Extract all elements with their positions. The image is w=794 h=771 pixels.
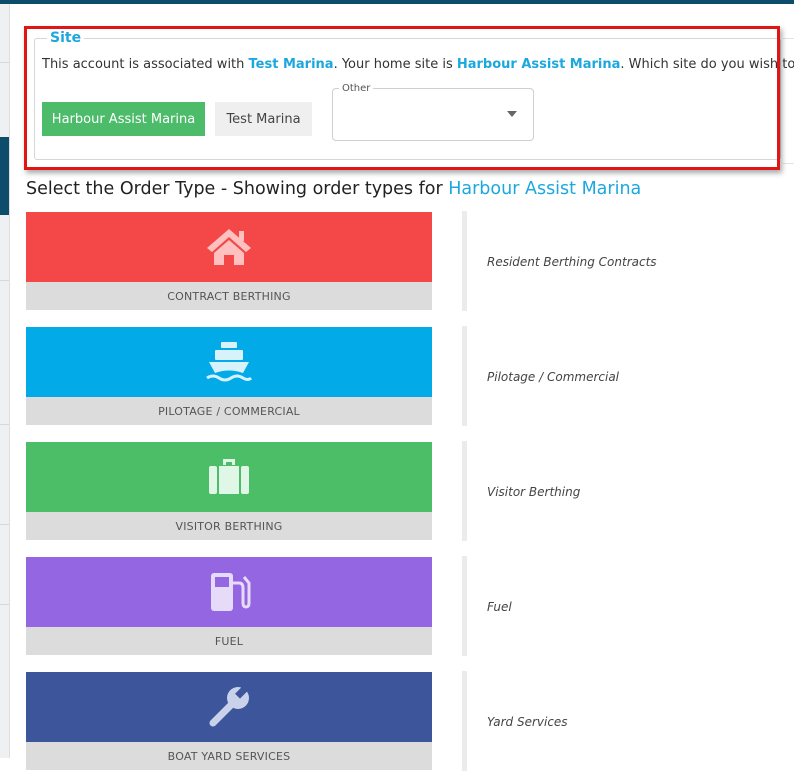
order-type-contract-berthing[interactable]: CONTRACT BERTHING (26, 212, 432, 310)
fuel-pump-icon (207, 571, 251, 613)
background-divider (783, 163, 794, 164)
order-type-visitor-berthing[interactable]: VISITOR BERTHING (26, 442, 432, 540)
order-type-heading: Select the Order Type - Showing order ty… (26, 179, 641, 199)
description-divider (462, 441, 467, 541)
order-type-description: Yard Services (487, 715, 568, 729)
tile-label: BOAT YARD SERVICES (26, 742, 432, 770)
sidebar-divider (0, 62, 9, 63)
tile-label: VISITOR BERTHING (26, 512, 432, 540)
house-icon (205, 227, 253, 267)
sidebar-divider (0, 280, 9, 281)
order-type-pilotage-commercial[interactable]: PILOTAGE / COMMERCIAL (26, 327, 432, 425)
tile-label: FUEL (26, 627, 432, 655)
sidebar-active-block (0, 137, 9, 215)
ship-icon (205, 340, 253, 384)
tile-icon-area (26, 672, 432, 742)
sidebar-divider (0, 524, 9, 525)
background-sidebar (0, 4, 10, 758)
description-divider (462, 556, 467, 656)
tile-icon-area (26, 212, 432, 282)
order-type-description: Pilotage / Commercial (487, 370, 620, 384)
order-type-fuel[interactable]: FUEL (26, 557, 432, 655)
top-bar (0, 0, 794, 4)
sidebar-divider (0, 424, 9, 425)
order-type-description: Visitor Berthing (487, 485, 581, 499)
suitcase-icon (207, 457, 251, 497)
tile-label: PILOTAGE / COMMERCIAL (26, 397, 432, 425)
tile-label: CONTRACT BERTHING (26, 282, 432, 310)
heading-site-name: Harbour Assist Marina (448, 179, 642, 199)
sidebar-divider (0, 604, 9, 605)
tile-icon-area (26, 442, 432, 512)
description-divider (462, 326, 467, 426)
heading-prefix: Select the Order Type - Showing order ty… (26, 179, 449, 199)
order-type-boat-yard-services[interactable]: BOAT YARD SERVICES (26, 672, 432, 770)
tile-icon-area (26, 557, 432, 627)
tile-icon-area (26, 327, 432, 397)
wrench-icon (207, 685, 251, 729)
background-divider (783, 38, 794, 39)
order-type-description: Resident Berthing Contracts (487, 255, 657, 269)
order-type-description: Fuel (487, 600, 512, 614)
site-highlight-box (24, 26, 780, 170)
description-divider (462, 671, 467, 771)
description-divider (462, 211, 467, 311)
